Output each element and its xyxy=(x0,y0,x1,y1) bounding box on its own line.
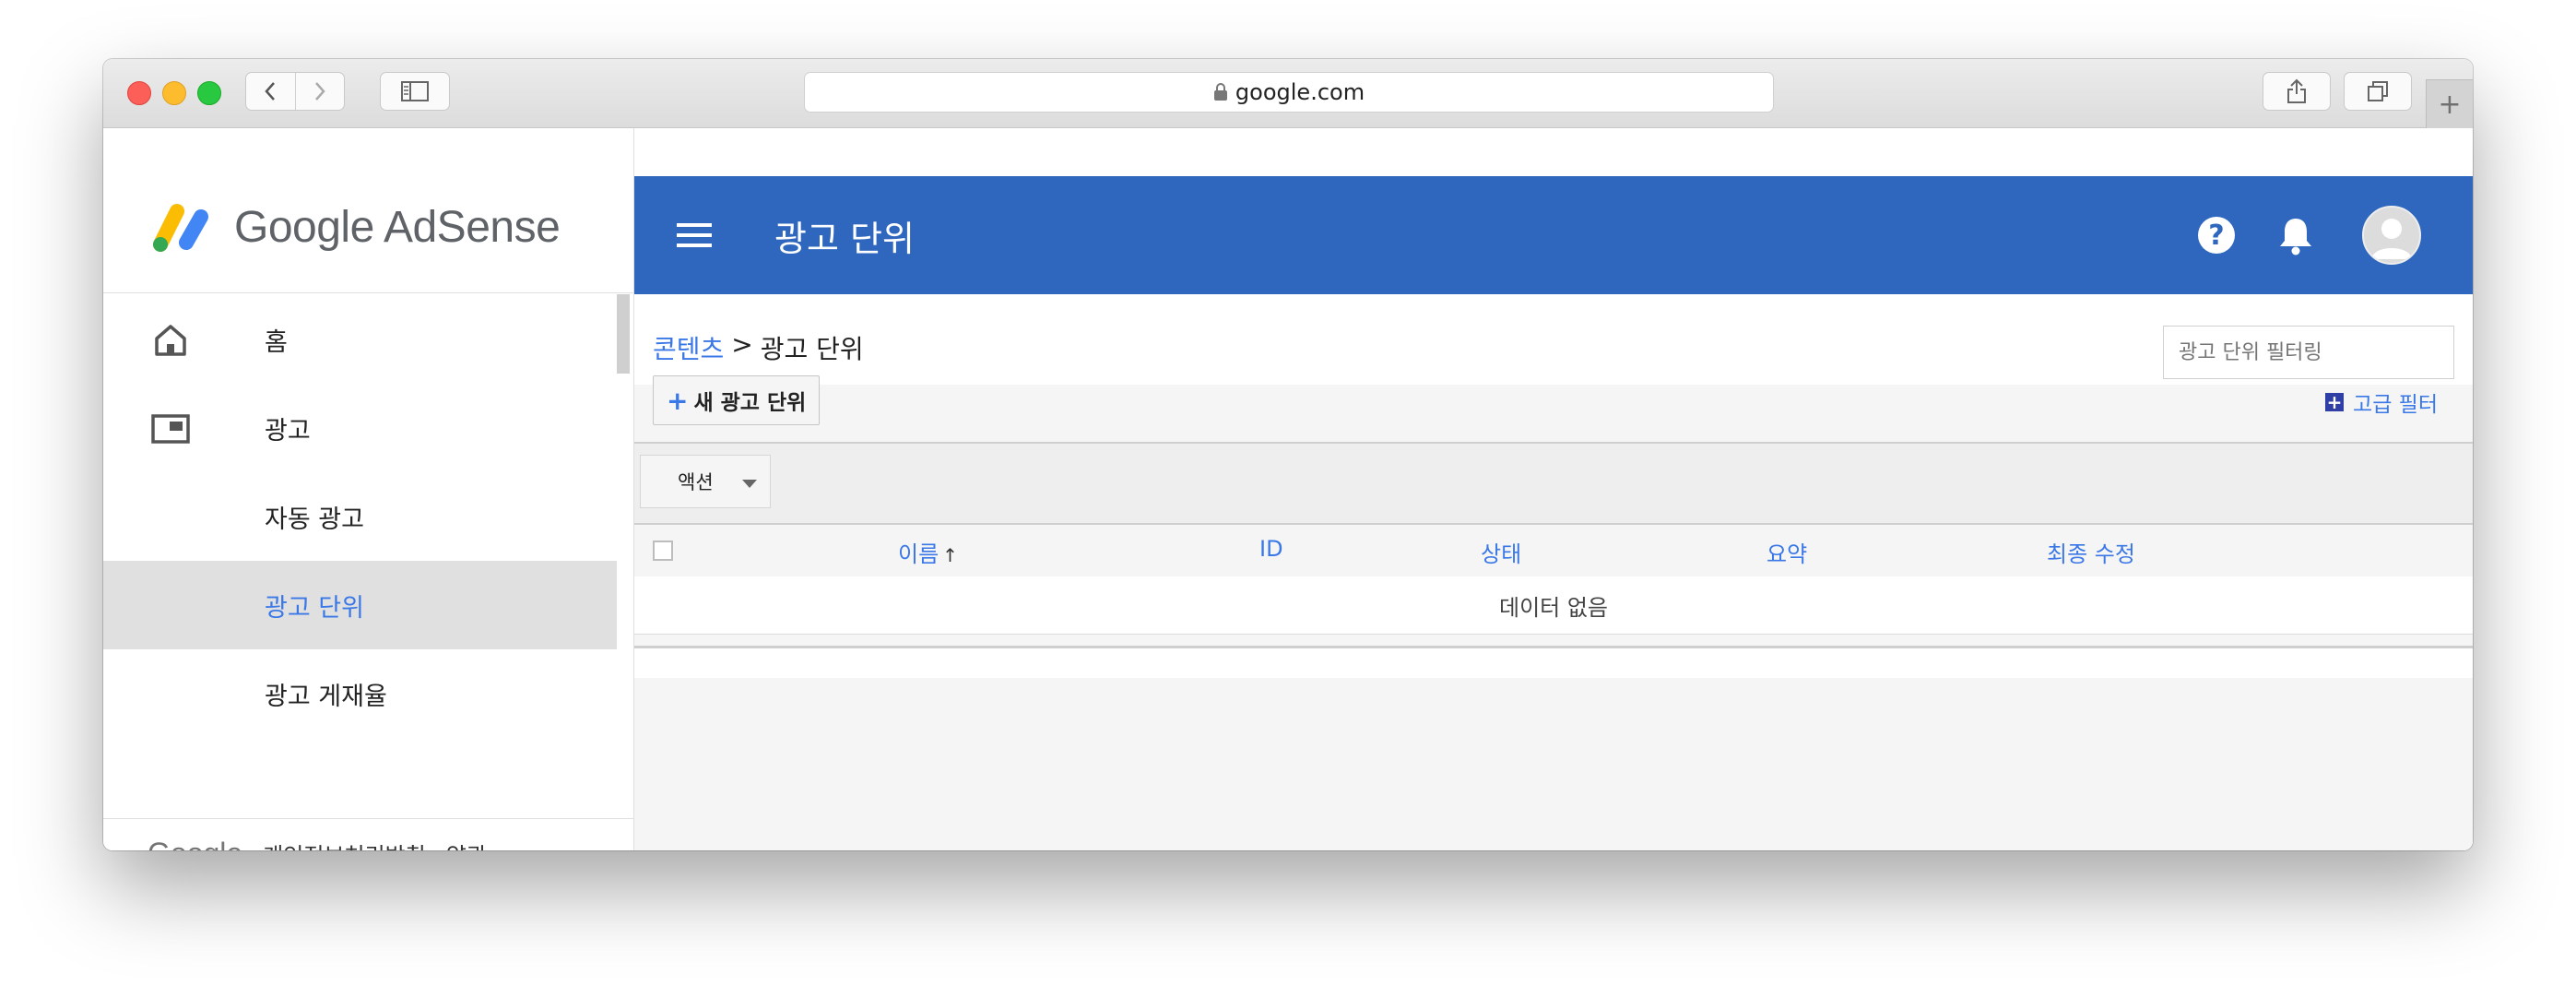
divider xyxy=(103,292,633,293)
adsense-logo-icon xyxy=(153,204,208,252)
sidebar-item-ads[interactable]: 광고 xyxy=(103,384,617,472)
lock-icon xyxy=(1213,83,1227,101)
new-tab-button[interactable]: + xyxy=(2426,79,2473,128)
back-button[interactable] xyxy=(246,73,295,110)
privacy-link[interactable]: 개인정보처리방침 xyxy=(263,838,426,850)
sidebar-item-label: 자동 광고 xyxy=(265,505,364,534)
sidebar-item-ad-units[interactable]: 광고 단위 xyxy=(103,561,617,649)
app-bar: 광고 단위 ? xyxy=(634,176,2473,294)
breadcrumb-current: 광고 단위 xyxy=(760,334,864,364)
forward-button[interactable] xyxy=(294,73,345,110)
breadcrumb: 콘텐츠 > 광고 단위 xyxy=(653,329,864,366)
actions-label: 액션 xyxy=(678,471,714,493)
table-toolbar: 액션 xyxy=(634,442,2473,525)
new-ad-unit-label: 새 광고 단위 xyxy=(693,391,807,415)
sidebar-icon xyxy=(401,81,429,101)
browser-titlebar: google.com + xyxy=(103,59,2473,128)
sort-ascending-icon: ↑ xyxy=(942,544,958,566)
table-header: 이름 ↑ ID 상태 요약 최종 수정 xyxy=(634,525,2473,576)
plus-icon: + xyxy=(2438,88,2462,121)
zoom-window-button[interactable] xyxy=(197,81,221,105)
brand-name: Google AdSense xyxy=(234,202,561,252)
sidebar-toggle-button[interactable] xyxy=(380,72,450,111)
advanced-filter-label: 고급 필터 xyxy=(2353,393,2438,417)
account-avatar[interactable] xyxy=(2362,206,2421,265)
close-window-button[interactable] xyxy=(127,81,151,105)
user-icon xyxy=(2371,219,2412,259)
sidebar-item-label: 광고 게재율 xyxy=(265,682,387,711)
column-header-label: 이름 xyxy=(898,541,939,567)
page-content: Google AdSense 홈 광고 자동 광고 광고 단위 광고 게재율 광… xyxy=(103,128,2473,850)
minimize-window-button[interactable] xyxy=(162,81,186,105)
plus-box-icon: + xyxy=(2325,391,2345,413)
divider xyxy=(103,818,633,819)
terms-link[interactable]: 약관 xyxy=(446,838,487,850)
column-header-summary[interactable]: 요약 xyxy=(1767,536,1807,568)
help-icon[interactable]: ? xyxy=(2198,217,2235,254)
actions-dropdown[interactable]: 액션 xyxy=(640,455,771,508)
browser-window: google.com + Google AdSense 홈 광고 자동 광고 광… xyxy=(103,59,2473,850)
tabs-icon xyxy=(2368,81,2388,101)
breadcrumb-separator: > xyxy=(731,329,753,360)
sidebar-item-label: 홈 xyxy=(265,327,288,357)
select-all-checkbox[interactable] xyxy=(653,541,673,561)
history-nav-group xyxy=(245,72,345,111)
new-ad-unit-button[interactable]: + 새 광고 단위 xyxy=(653,375,821,425)
below-table-space xyxy=(634,648,2473,678)
sidebar-item-ad-coverage[interactable]: 광고 게재율 xyxy=(103,649,617,738)
empty-table-message: 데이터 없음 xyxy=(634,576,2473,635)
notification-bell-icon[interactable] xyxy=(2277,215,2314,255)
top-spacer xyxy=(634,128,2473,176)
left-navigation: Google AdSense 홈 광고 자동 광고 광고 단위 광고 게재율 xyxy=(103,128,633,850)
sidebar-item-home[interactable]: 홈 xyxy=(103,295,617,384)
caret-down-icon xyxy=(742,480,757,488)
main-panel: 광고 단위 ? 콘텐츠 > 광고 단위 + 새 광고 단위 + 고급 필터 xyxy=(634,128,2473,850)
url-text: google.com xyxy=(1235,79,1365,105)
column-header-id[interactable]: ID xyxy=(1259,536,1283,562)
breadcrumb-parent-link[interactable]: 콘텐츠 xyxy=(653,329,724,366)
sidebar-item-auto-ads[interactable]: 자동 광고 xyxy=(103,472,617,561)
sidebar-item-label: 광고 xyxy=(265,416,311,446)
home-icon xyxy=(155,325,186,356)
ad-unit-icon xyxy=(151,414,190,444)
google-footer-logo: Google xyxy=(148,837,242,850)
chevron-right-icon xyxy=(314,82,325,101)
sidebar-item-label: 광고 단위 xyxy=(265,593,364,623)
column-header-last-modified[interactable]: 최종 수정 xyxy=(2047,536,2135,568)
column-header-status[interactable]: 상태 xyxy=(1481,536,1521,568)
sidebar-footer: Google 개인정보처리방침 약관 xyxy=(148,837,487,850)
ad-unit-filter-input[interactable] xyxy=(2163,326,2454,379)
plus-icon: + xyxy=(667,385,689,416)
menu-icon[interactable] xyxy=(677,220,712,250)
advanced-filter-link[interactable]: + 고급 필터 xyxy=(2325,386,2438,418)
tab-overview-button[interactable] xyxy=(2344,72,2412,111)
page-title: 광고 단위 xyxy=(774,218,915,259)
sidebar-scrollbar[interactable] xyxy=(617,294,630,374)
adsense-logo[interactable]: Google AdSense xyxy=(151,200,561,254)
share-icon xyxy=(2287,78,2306,103)
column-header-name[interactable]: 이름 ↑ xyxy=(898,536,958,568)
share-button[interactable] xyxy=(2263,72,2331,111)
address-bar[interactable]: google.com xyxy=(804,72,1774,113)
chevron-left-icon xyxy=(265,82,276,101)
